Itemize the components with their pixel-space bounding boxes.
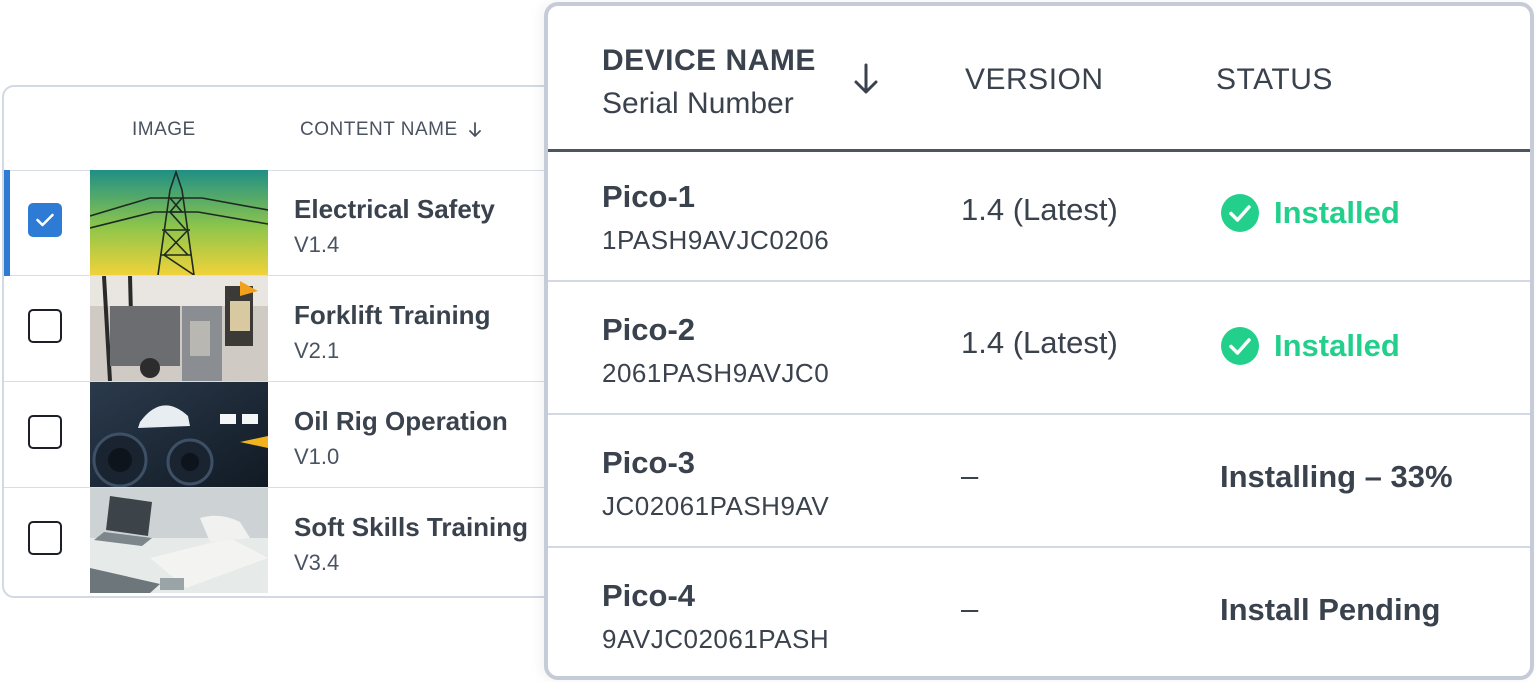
device-serial: 2061PASH9AVJC0 bbox=[602, 358, 830, 388]
status-badge: Installing – 33% bbox=[1220, 459, 1453, 495]
content-row[interactable]: Oil Rig Operation V1.0 bbox=[4, 382, 580, 488]
content-row[interactable]: Forklift Training V2.1 bbox=[4, 276, 580, 382]
status-text: Installed bbox=[1274, 195, 1400, 230]
device-table: DEVICE NAME Serial Number VERSION STATUS… bbox=[544, 2, 1534, 680]
device-name-column-header[interactable]: DEVICE NAME bbox=[602, 44, 816, 78]
device-row[interactable]: Pico-3 JC02061PASH9AV – Installing – 33% bbox=[548, 415, 1530, 548]
hard-hat-machinery-image bbox=[90, 382, 268, 487]
checkmark-icon bbox=[36, 213, 54, 227]
device-version: – bbox=[961, 458, 979, 493]
content-title: Oil Rig Operation bbox=[294, 406, 508, 436]
content-title: Electrical Safety bbox=[294, 194, 495, 224]
device-name: Pico-1 bbox=[602, 179, 696, 214]
status-text: Installed bbox=[1274, 328, 1400, 363]
check-circle-icon bbox=[1221, 327, 1259, 365]
content-table: IMAGE CONTENT NAME Electrical Safety V1.… bbox=[2, 85, 582, 598]
content-name-column-header[interactable]: CONTENT NAME bbox=[300, 119, 482, 141]
laptop-meeting-image bbox=[90, 488, 268, 593]
content-name-header-label: CONTENT NAME bbox=[300, 119, 458, 140]
device-name: Pico-4 bbox=[602, 578, 696, 613]
version-column-header[interactable]: VERSION bbox=[965, 63, 1104, 97]
check-circle-icon bbox=[1221, 194, 1259, 232]
content-version: V3.4 bbox=[294, 550, 340, 575]
sort-down-arrow-icon[interactable] bbox=[852, 62, 880, 96]
serial-number-column-subheader: Serial Number bbox=[602, 87, 794, 120]
device-serial: 9AVJC02061PASH bbox=[602, 624, 830, 654]
content-version: V1.4 bbox=[294, 232, 340, 257]
device-version: – bbox=[961, 591, 979, 626]
row-checkbox[interactable] bbox=[28, 203, 62, 237]
device-row[interactable]: Pico-1 1PASH9AVJC0206 1.4 (Latest) Insta… bbox=[548, 149, 1530, 282]
content-table-header: IMAGE CONTENT NAME bbox=[4, 87, 580, 171]
content-version: V1.0 bbox=[294, 444, 340, 469]
content-title: Soft Skills Training bbox=[294, 512, 529, 542]
device-version: 1.4 (Latest) bbox=[961, 325, 1118, 360]
warehouse-forklift-image bbox=[90, 276, 268, 381]
power-tower-image bbox=[90, 170, 268, 275]
device-name: Pico-3 bbox=[602, 445, 696, 480]
status-column-header[interactable]: STATUS bbox=[1216, 63, 1333, 97]
status-badge: Installed bbox=[1220, 193, 1400, 233]
device-row[interactable]: Pico-2 2061PASH9AVJC0 1.4 (Latest) Insta… bbox=[548, 282, 1530, 415]
status-badge: Install Pending bbox=[1220, 592, 1440, 628]
device-serial: JC02061PASH9AV bbox=[602, 491, 830, 521]
content-row[interactable]: Soft Skills Training V3.4 bbox=[4, 488, 580, 594]
device-name: Pico-2 bbox=[602, 312, 696, 347]
device-version: 1.4 (Latest) bbox=[961, 192, 1118, 227]
status-text: Installing – 33% bbox=[1220, 459, 1453, 494]
device-row[interactable]: Pico-4 9AVJC02061PASH – Install Pending bbox=[548, 548, 1530, 676]
row-checkbox[interactable] bbox=[28, 415, 62, 449]
sort-down-arrow-icon bbox=[468, 122, 481, 137]
row-checkbox[interactable] bbox=[28, 309, 62, 343]
status-badge: Installed bbox=[1220, 326, 1400, 366]
content-title: Forklift Training bbox=[294, 300, 491, 330]
device-serial: 1PASH9AVJC0206 bbox=[602, 225, 830, 255]
content-row[interactable]: Electrical Safety V1.4 bbox=[4, 170, 580, 276]
device-table-header: DEVICE NAME Serial Number VERSION STATUS bbox=[548, 6, 1530, 152]
content-version: V2.1 bbox=[294, 338, 340, 363]
row-checkbox[interactable] bbox=[28, 521, 62, 555]
status-text: Install Pending bbox=[1220, 592, 1441, 627]
image-column-header: IMAGE bbox=[132, 119, 196, 140]
